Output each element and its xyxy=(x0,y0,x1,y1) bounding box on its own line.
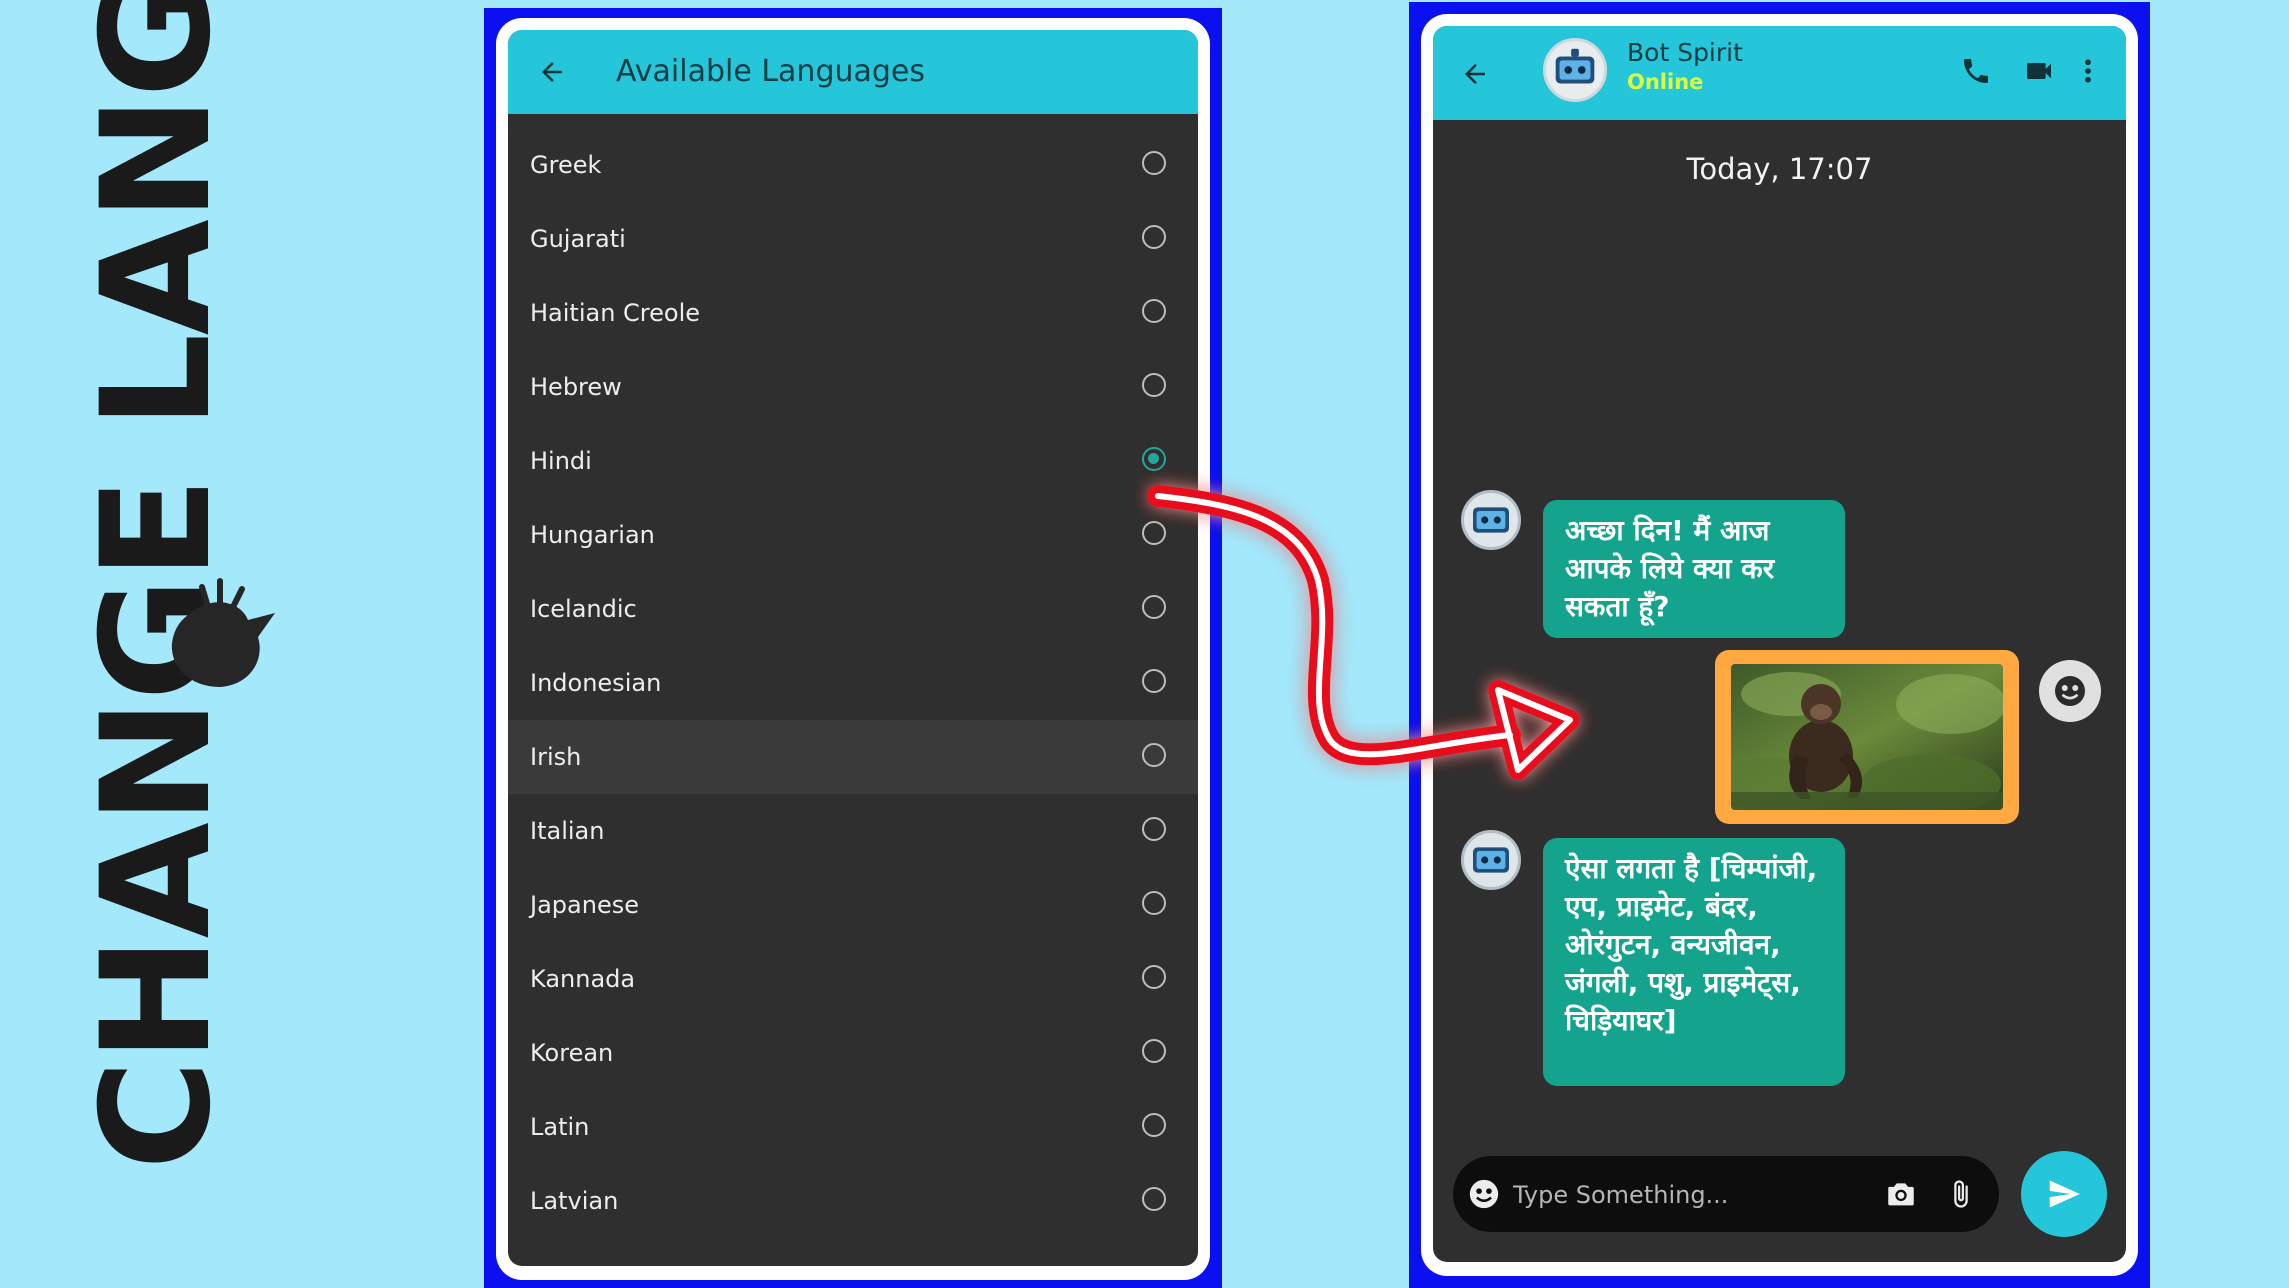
language-item[interactable]: Korean xyxy=(508,1016,1198,1090)
language-label: Kannada xyxy=(530,965,636,993)
camera-icon xyxy=(1888,1183,1914,1206)
language-radio[interactable] xyxy=(1142,1187,1166,1211)
bot-reply-bubble: ऐसा लगता है [चिम्पांजी, एप, प्राइमेट, बं… xyxy=(1543,838,1845,1086)
language-radio[interactable] xyxy=(1142,669,1166,693)
language-item[interactable]: Italian xyxy=(508,794,1198,868)
language-list: Greek Gujarati Haitian Creole Hebrew Hindi Hu… xyxy=(508,128,1198,1266)
language-radio[interactable] xyxy=(1142,891,1166,915)
language-item[interactable]: Gujarati xyxy=(508,202,1198,276)
languages-app-bar: Available Languages xyxy=(508,30,1198,114)
more-vert-icon xyxy=(2085,59,2091,83)
camera-button[interactable] xyxy=(1881,1174,1921,1214)
language-radio[interactable] xyxy=(1142,151,1166,175)
language-item[interactable]: Haitian Creole xyxy=(508,276,1198,350)
language-item[interactable]: Latvian xyxy=(508,1164,1198,1238)
language-item[interactable]: Greek xyxy=(508,128,1198,202)
emoji-icon xyxy=(2055,676,2085,706)
bot-message-avatar xyxy=(1461,490,1521,550)
language-label: Hebrew xyxy=(530,373,622,401)
chat-back-button[interactable] xyxy=(1451,50,1499,98)
language-label: Indonesian xyxy=(530,669,662,697)
bot-avatar-icon xyxy=(1555,48,1595,84)
language-label: Icelandic xyxy=(530,595,637,623)
reaction-button[interactable] xyxy=(2039,660,2101,722)
paperclip-icon xyxy=(1954,1180,1968,1208)
attach-button[interactable] xyxy=(1941,1174,1981,1214)
date-chip: Today, 17:07 xyxy=(1686,152,1873,186)
language-label: Latvian xyxy=(530,1187,619,1215)
video-call-button[interactable] xyxy=(2013,48,2065,94)
send-icon xyxy=(2049,1180,2080,1208)
language-radio[interactable] xyxy=(1142,595,1166,619)
language-radio[interactable] xyxy=(1142,965,1166,989)
language-item[interactable]: Indonesian xyxy=(508,646,1198,720)
language-label: Italian xyxy=(530,817,605,845)
language-label: Latin xyxy=(530,1113,590,1141)
phone-icon xyxy=(1964,59,1988,83)
contact-avatar[interactable] xyxy=(1543,38,1607,102)
bot-message-avatar xyxy=(1461,830,1521,890)
language-item[interactable]: Latin xyxy=(508,1090,1198,1164)
language-radio[interactable] xyxy=(1142,373,1166,397)
language-label: Hindi xyxy=(530,447,592,475)
chimpanzee-photo xyxy=(1731,664,2003,810)
message-input[interactable] xyxy=(1511,1156,1855,1234)
emoji-icon xyxy=(1469,1179,1499,1209)
bot-avatar-icon xyxy=(1473,847,1509,873)
language-label: Hungarian xyxy=(530,521,655,549)
language-item[interactable]: Kannada xyxy=(508,942,1198,1016)
language-radio[interactable] xyxy=(1142,299,1166,323)
more-options-button[interactable] xyxy=(2073,48,2103,94)
language-label: Japanese xyxy=(530,891,639,919)
user-image-message[interactable] xyxy=(1715,650,2019,824)
language-radio[interactable] xyxy=(1142,447,1166,471)
language-radio[interactable] xyxy=(1142,743,1166,767)
language-radio[interactable] xyxy=(1142,521,1166,545)
chat-screen: Bot Spirit Online Today, 17:07 अच्छा दिन… xyxy=(1433,26,2126,1262)
language-label: Korean xyxy=(530,1039,614,1067)
arrow-left-icon xyxy=(542,62,562,82)
message-input-bar xyxy=(1453,1156,1999,1234)
call-button[interactable] xyxy=(1953,48,1999,94)
language-item[interactable]: Japanese xyxy=(508,868,1198,942)
bot-greeting-bubble: अच्छा दिन! मैं आज आपके लिये क्या कर सकता… xyxy=(1543,500,1845,638)
languages-screen: Available Languages Greek Gujarati Haitian… xyxy=(508,30,1198,1266)
language-radio[interactable] xyxy=(1142,817,1166,841)
page-title: Available Languages xyxy=(616,54,926,89)
language-item[interactable]: Hindi xyxy=(508,424,1198,498)
languages-phone-frame: Available Languages Greek Gujarati Haitian… xyxy=(484,8,1222,1288)
language-item[interactable]: Icelandic xyxy=(508,572,1198,646)
language-item[interactable]: Hungarian xyxy=(508,498,1198,572)
arrow-left-icon xyxy=(1465,64,1485,84)
language-label: Irish xyxy=(530,743,582,771)
back-button[interactable] xyxy=(528,48,576,96)
language-radio[interactable] xyxy=(1142,1113,1166,1137)
language-item[interactable]: Irish xyxy=(508,720,1198,794)
contact-status: Online xyxy=(1627,70,1704,94)
language-radio[interactable] xyxy=(1142,225,1166,249)
language-label: Greek xyxy=(530,151,602,179)
bot-avatar-icon xyxy=(1473,507,1509,533)
chat-phone-frame: Bot Spirit Online Today, 17:07 अच्छा दिन… xyxy=(1409,2,2150,1288)
language-item[interactable]: Hebrew xyxy=(508,350,1198,424)
language-label: Haitian Creole xyxy=(530,299,701,327)
chat-app-bar: Bot Spirit Online xyxy=(1433,26,2126,120)
emoji-button[interactable] xyxy=(1465,1175,1503,1213)
contact-name: Bot Spirit xyxy=(1627,38,1743,67)
language-radio[interactable] xyxy=(1142,1039,1166,1063)
pop-burst-icon xyxy=(171,578,275,687)
send-button[interactable] xyxy=(2021,1151,2107,1237)
video-camera-icon xyxy=(2027,63,2051,79)
language-label: Gujarati xyxy=(530,225,626,253)
